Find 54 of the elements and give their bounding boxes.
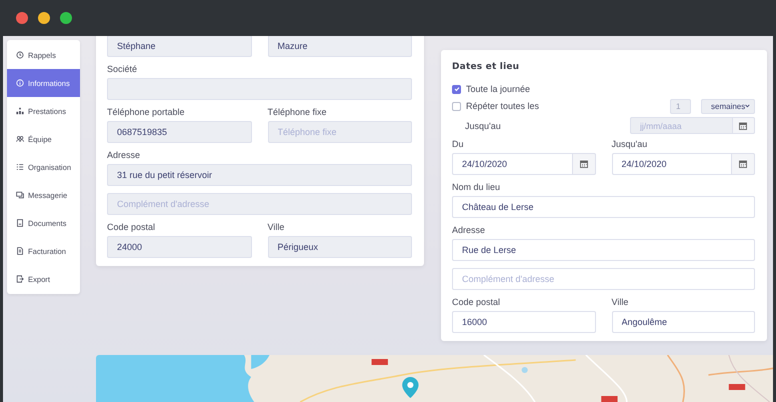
calendar-button[interactable]	[572, 153, 596, 175]
input-field[interactable]: Angoulême	[612, 311, 755, 333]
calendar-icon	[580, 160, 588, 168]
document-icon	[16, 219, 24, 227]
field-label: Ville	[268, 222, 286, 233]
input-field[interactable]: Mazure	[268, 36, 412, 57]
chat-icon	[16, 191, 24, 199]
input-field[interactable]: Complément d'adresse	[107, 193, 412, 215]
input-field[interactable]: 0687519835	[107, 121, 252, 143]
field-label: Code postal	[107, 222, 156, 233]
calendar-button[interactable]	[732, 117, 755, 134]
clock-icon	[16, 51, 24, 59]
input-field[interactable]: Château de Lerse	[452, 196, 755, 218]
list-icon	[16, 163, 24, 171]
field-label: Société	[107, 64, 138, 75]
input-field[interactable]: 31 rue du petit réservoir	[107, 164, 412, 186]
chart-icon	[16, 107, 24, 115]
checkbox[interactable]	[452, 102, 461, 110]
field-label: Du	[452, 139, 465, 150]
field-label: Jusqu'au	[612, 139, 648, 150]
maximize-button[interactable]	[60, 12, 72, 24]
field-label: Ville	[612, 297, 630, 308]
field-label: Téléphone fixe	[268, 107, 328, 118]
field-label: Jusqu'au	[464, 120, 502, 130]
calendar-icon	[739, 160, 747, 168]
people-icon	[16, 135, 24, 143]
input-field[interactable]: Rue de Lerse	[452, 239, 755, 261]
checkbox-label: Répéter toutes les	[466, 101, 540, 111]
field-label: Adresse	[107, 150, 142, 161]
field-label: Téléphone portable	[107, 107, 186, 118]
date-field[interactable]: 24/10/2020	[452, 153, 573, 175]
card-title: Dates et lieu	[452, 62, 520, 72]
input-field[interactable]: Stéphane	[107, 36, 252, 57]
input-field[interactable]: 16000	[452, 311, 596, 333]
input-field[interactable]	[107, 78, 412, 100]
checkbox-label: Toute la journée	[466, 84, 530, 94]
calendar-button[interactable]	[732, 153, 755, 175]
input-field[interactable]: Périgueux	[268, 236, 412, 258]
invoice-icon	[16, 247, 24, 255]
unit-select[interactable]: semaines	[701, 98, 755, 114]
checkbox[interactable]	[452, 84, 461, 94]
info-icon	[16, 79, 24, 87]
calendar-icon	[739, 122, 748, 130]
input-field[interactable]: 24000	[107, 236, 252, 258]
close-button[interactable]	[16, 12, 28, 24]
field-label: Code postal	[452, 297, 502, 308]
minimize-button[interactable]	[38, 12, 50, 24]
input-field[interactable]: Complément d'adresse	[452, 268, 755, 290]
export-icon	[16, 275, 24, 283]
date-field[interactable]: 24/10/2020	[612, 153, 732, 175]
input-field[interactable]: Téléphone fixe	[268, 121, 412, 143]
field-label: Nom du lieu	[452, 182, 502, 193]
caret-icon	[745, 104, 750, 108]
field-label: Adresse	[452, 225, 486, 236]
